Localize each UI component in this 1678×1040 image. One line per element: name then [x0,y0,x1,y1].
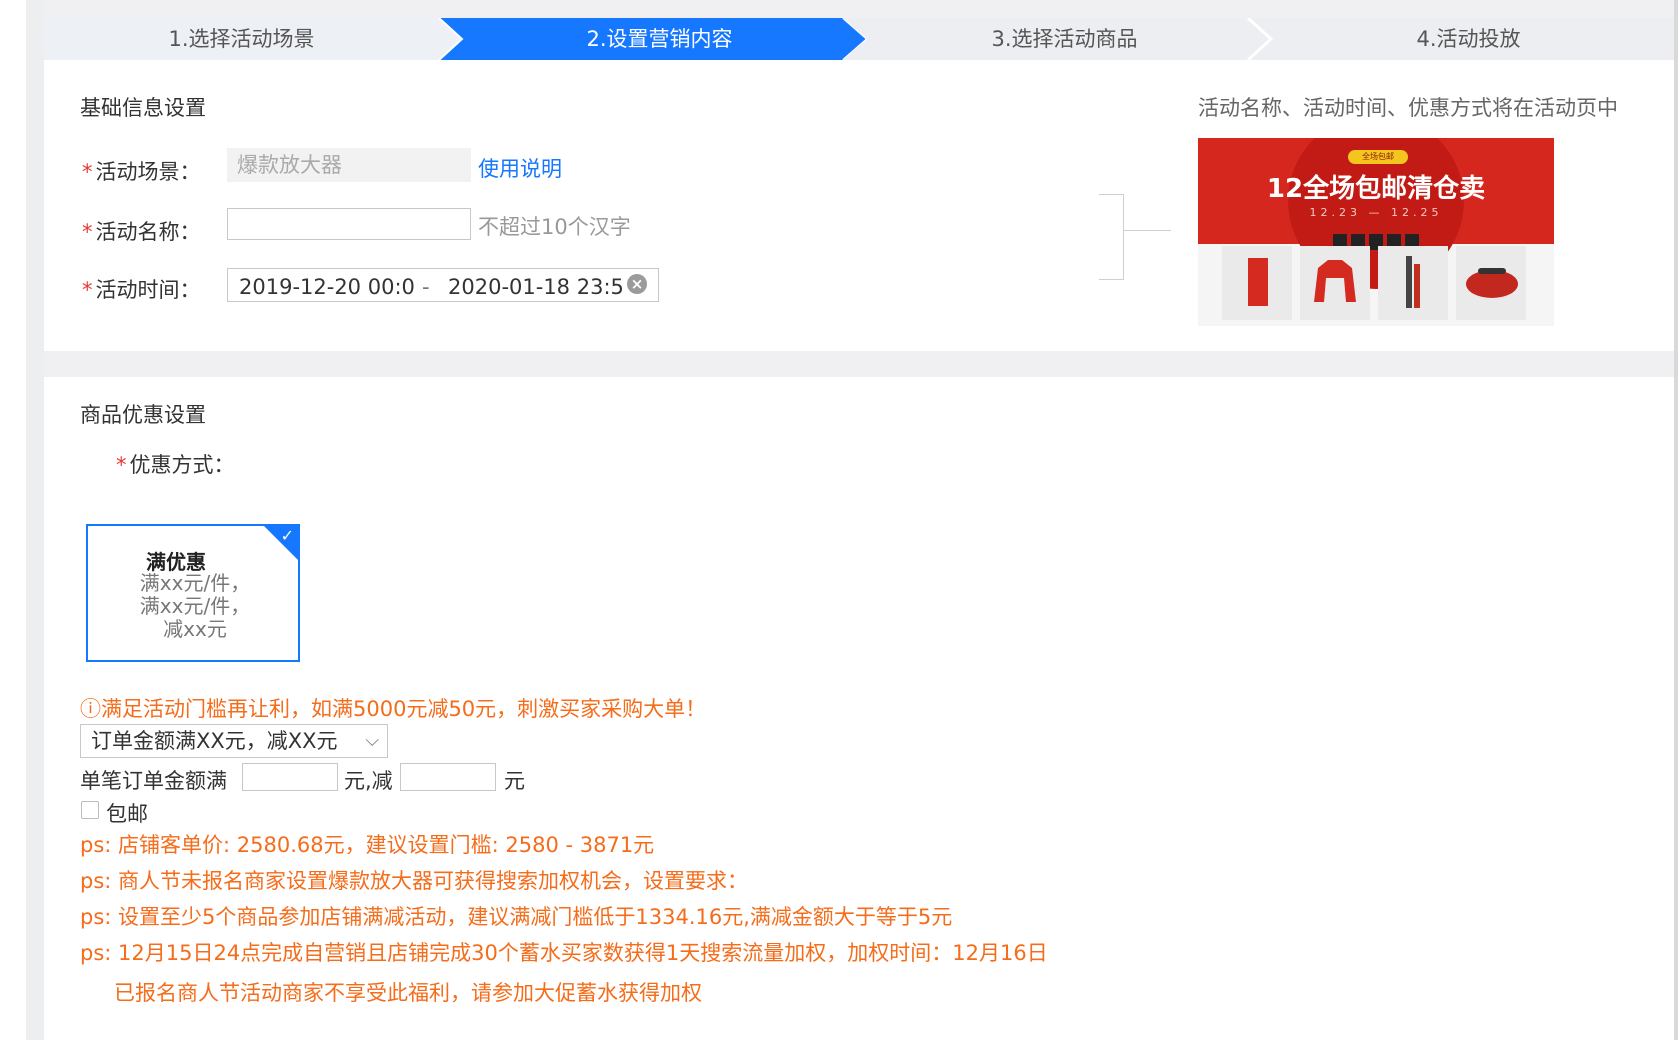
discount-type-select[interactable]: 订单金额满XX元，减XX元 ⌵ [80,724,388,758]
discount-title: 商品优惠设置 [80,403,206,427]
order-reduce-label: 元,减 [344,769,393,793]
ps-line-5-partial: 已报名商人节活动商家不享受此福利，请参加大促蓄水获得加权 [114,981,702,1005]
method-label: * 优惠方式： [116,453,235,477]
step-2-active[interactable]: 2.设置营销内容 [462,18,857,60]
banner-tag: 全场包邮 [1348,150,1408,164]
right-scroll-edge [1674,0,1678,1040]
clear-icon[interactable]: × [627,274,647,294]
thumb-product-1 [1222,246,1292,320]
discount-panel: 商品优惠设置 * 优惠方式： ✓ 满优惠 满xx元/件， 满xx元/件， 减xx元… [44,377,1674,1040]
scene-field: 爆款放大器 [227,148,471,182]
warn-tip: ⓘ满足活动门槛再让利，如满5000元减50元，刺激买家采购大单！ [80,697,707,721]
usage-link[interactable]: 使用说明 [478,153,562,183]
free-shipping-label: 包邮 [106,802,148,826]
ps-line-4: ps: 12月15日24点完成自营销且店铺完成30个蓄水买家数获得1天搜索流量加… [80,941,1048,965]
yuan-label: 元 [504,769,525,793]
left-edge [26,0,44,1040]
option-card-full-discount[interactable]: ✓ 满优惠 满xx元/件， 满xx元/件， 减xx元 [86,524,300,662]
activity-preview-image: 全场包邮 12全场包邮清仓卖 12.23 — 12.25 [1198,138,1554,326]
scene-label: * 活动场景： [82,160,201,184]
info-icon: ⓘ [80,697,101,721]
required-mark: * [116,453,127,477]
required-mark: * [82,160,93,184]
chevron-down-icon: ⌵ [365,730,379,751]
step-1[interactable]: 1.选择活动场景 [44,18,439,60]
name-input[interactable] [227,208,471,240]
thumb-product-4 [1456,246,1526,320]
preview-note: 活动名称、活动时间、优惠方式将在活动页中 [1198,96,1618,120]
preview-connector [1123,230,1171,231]
banner-title: 12全场包邮清仓卖 [1266,174,1486,204]
reduce-input[interactable] [400,763,496,791]
name-hint: 不超过10个汉字 [478,215,631,239]
step-4[interactable]: 4.活动投放 [1271,18,1666,60]
free-shipping-checkbox[interactable] [81,801,99,819]
time-range-picker[interactable]: 2019-12-20 00:0 - 2020-01-18 23:5 × [227,268,659,302]
banner-dates: 12.23 — 12.25 [1309,206,1443,219]
left-gutter [0,0,26,1040]
thumb-product-2 [1300,246,1370,320]
name-label: * 活动名称： [82,220,201,244]
time-start[interactable]: 2019-12-20 00:0 [239,275,415,299]
thumb-product-3 [1378,246,1448,320]
ps-line-3: ps: 设置至少5个商品参加店铺满减活动，建议满减门槛低于1334.16元,满减… [80,905,953,929]
ps-line-1: ps: 店铺客单价: 2580.68元，建议设置门槛: 2580 - 3871元 [80,833,655,857]
option-desc: 满xx元/件， 满xx元/件， 减xx元 [139,571,251,641]
time-end[interactable]: 2020-01-18 23:5 [448,275,624,299]
threshold-input[interactable] [242,763,338,791]
order-threshold-label: 单笔订单金额满 [80,769,227,793]
preview-banner: 全场包邮 12全场包邮清仓卖 12.23 — 12.25 [1198,138,1554,289]
check-icon: ✓ [280,526,294,545]
time-separator: - [422,275,430,299]
basic-info-title: 基础信息设置 [80,96,206,120]
preview-bracket [1099,194,1124,280]
step-3[interactable]: 3.选择活动商品 [867,18,1262,60]
ps-line-2: ps: 商人节未报名商家设置爆款放大器可获得搜索加权机会，设置要求： [80,869,749,893]
step-progress-bar: 1.选择活动场景 2.设置营销内容 3.选择活动商品 4.活动投放 [44,18,1674,60]
time-label: * 活动时间： [82,278,201,302]
required-mark: * [82,278,93,302]
required-mark: * [82,220,93,244]
